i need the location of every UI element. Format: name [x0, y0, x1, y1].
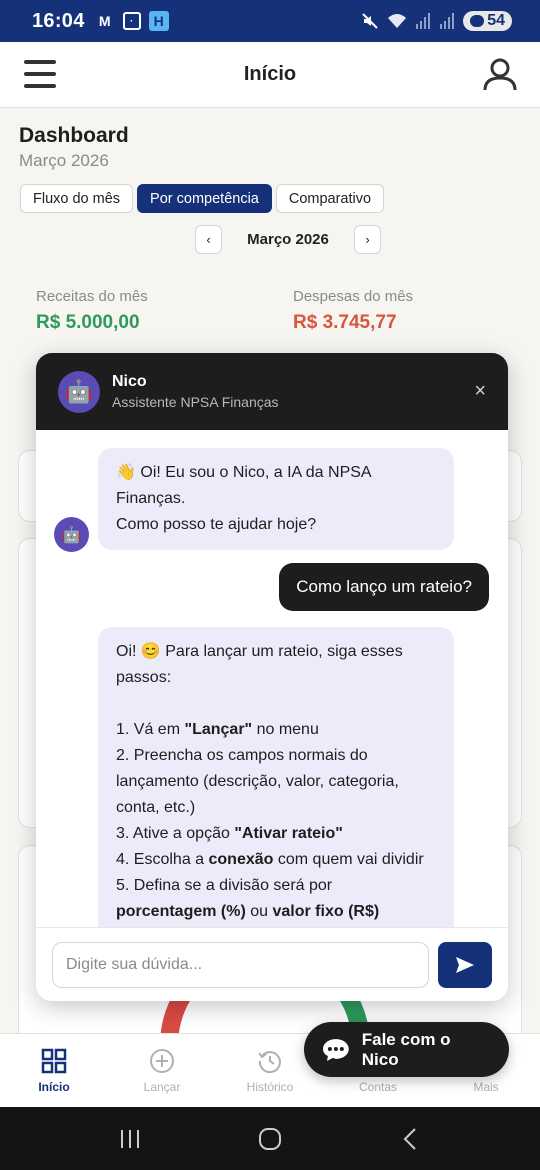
- chat-header: 🤖 Nico Assistente NPSA Finanças ×: [36, 353, 508, 430]
- message-line: 3. Ative a opção "Ativar rateio": [116, 821, 436, 847]
- expenses-summary: Despesas do mês R$ 3.745,77: [293, 288, 413, 334]
- history-icon: [257, 1047, 283, 1075]
- message-line: lançamento (descrição, valor, categoria,: [116, 773, 399, 790]
- income-summary: Receitas do mês R$ 5.000,00: [36, 288, 148, 334]
- battery-level: 54: [487, 12, 505, 29]
- nav-label: Lançar: [143, 1080, 181, 1094]
- grid-icon: [41, 1047, 67, 1075]
- month-navigator: ‹ Março 2026 ›: [195, 224, 381, 254]
- signal-icon: [416, 13, 431, 29]
- tab-fluxo-do-mes[interactable]: Fluxo do mês: [20, 184, 134, 213]
- message-line: 👋 Oi! Eu sou o Nico, a IA da NPSA: [116, 464, 372, 481]
- chat-input-area: [36, 927, 508, 1001]
- step-bold: conexão: [208, 851, 274, 868]
- menu-icon[interactable]: [24, 60, 56, 88]
- status-bar: 16:04 M · H 54: [0, 0, 540, 42]
- chat-panel: 🤖 Nico Assistente NPSA Finanças × 👋 Oi! …: [36, 353, 508, 1001]
- message-line: conta, etc.): [116, 799, 196, 816]
- message-line: Finanças.: [116, 490, 186, 507]
- home-icon[interactable]: [250, 1119, 290, 1159]
- bot-avatar-icon: 🤖: [54, 517, 89, 552]
- step-text: 1. Vá em: [116, 721, 185, 738]
- user-icon[interactable]: [482, 56, 518, 92]
- expenses-label: Despesas do mês: [293, 288, 414, 305]
- recent-apps-icon[interactable]: [110, 1119, 150, 1159]
- step-text: ou: [245, 903, 273, 920]
- message-line: Oi! 😊 Para lançar um rateio, siga esses: [116, 643, 403, 660]
- message-line: 4. Escolha a conexão com quem vai dividi…: [116, 847, 436, 873]
- bot-message-answer: Oi! 😊 Para lançar um rateio, siga esses …: [98, 627, 454, 928]
- mute-icon: [362, 13, 378, 29]
- signal-icon-2: [440, 13, 455, 29]
- battery-indicator: 54: [463, 11, 512, 31]
- nav-label: Início: [38, 1080, 70, 1094]
- bot-avatar-icon: 🤖: [58, 370, 100, 413]
- step-text: no menu: [252, 721, 319, 738]
- nav-label: Histórico: [246, 1080, 294, 1094]
- nav-item-lancar[interactable]: Lançar: [108, 1034, 216, 1107]
- app-notification-icon: H: [148, 11, 169, 31]
- status-time: 16:04: [32, 9, 85, 32]
- battery-icon: [470, 15, 485, 27]
- app-header: Início: [0, 42, 540, 108]
- notification-icons: M · H: [95, 11, 169, 31]
- close-icon[interactable]: ×: [474, 380, 486, 403]
- tab-por-competencia[interactable]: Por competência: [137, 184, 272, 213]
- view-tabs: Fluxo do mês Por competência Comparativo: [20, 184, 385, 213]
- step-bold: valor fixo (R$): [272, 903, 380, 920]
- prev-month-button[interactable]: ‹: [195, 224, 222, 254]
- back-icon[interactable]: [390, 1119, 430, 1159]
- step-bold: "Lançar": [184, 721, 253, 738]
- tab-comparativo[interactable]: Comparativo: [275, 184, 385, 213]
- message-line: 2. Preencha os campos normais do: [116, 747, 368, 764]
- wifi-icon: [388, 14, 407, 28]
- message-line: 5. Defina se a divisão será por: [116, 877, 333, 894]
- chat-bubble-icon: [322, 1038, 349, 1061]
- send-button[interactable]: [438, 941, 492, 988]
- message-line: 1. Vá em "Lançar" no menu: [116, 717, 436, 743]
- income-label: Receitas do mês: [36, 288, 148, 305]
- step-text: 4. Escolha a: [116, 851, 209, 868]
- step-text: com quem vai dividir: [273, 851, 424, 868]
- user-message: Como lanço um rateio?: [279, 563, 489, 611]
- message-line: passos:: [116, 669, 172, 686]
- plus-circle-icon: [149, 1047, 175, 1075]
- next-month-button[interactable]: ›: [354, 224, 381, 254]
- nav-label: Contas: [358, 1080, 398, 1094]
- talk-to-nico-button[interactable]: Fale com o Nico: [304, 1022, 509, 1077]
- send-icon: [456, 956, 474, 973]
- dashboard-subtitle: Março 2026: [19, 151, 109, 170]
- nav-label: Mais: [473, 1080, 499, 1094]
- page-title: Início: [243, 63, 297, 85]
- system-nav-bar: [0, 1107, 540, 1170]
- expenses-value: R$ 3.745,77: [293, 312, 397, 333]
- dashboard-title: Dashboard: [19, 124, 129, 147]
- system-icons: 54: [361, 11, 512, 31]
- bot-role: Assistente NPSA Finanças: [112, 394, 279, 410]
- month-label: Março 2026: [247, 230, 329, 248]
- income-value: R$ 5.000,00: [36, 312, 140, 333]
- chat-input[interactable]: [52, 941, 429, 988]
- fab-label: Fale com o Nico: [361, 1029, 451, 1069]
- bot-message-greeting: 👋 Oi! Eu sou o Nico, a IA da NPSA Finanç…: [98, 448, 454, 550]
- gmail-icon: M: [98, 13, 111, 29]
- nav-item-inicio[interactable]: Início: [0, 1034, 108, 1107]
- message-line: Como posso te ajudar hoje?: [116, 516, 317, 533]
- step-text: 3. Ative a opção: [116, 825, 235, 842]
- bot-name: Nico: [112, 373, 147, 390]
- chat-messages[interactable]: 👋 Oi! Eu sou o Nico, a IA da NPSA Finanç…: [36, 430, 508, 928]
- step-bold: "Ativar rateio": [234, 825, 343, 842]
- scan-icon: ·: [122, 12, 141, 30]
- chat-header-text: Nico Assistente NPSA Finanças: [112, 373, 279, 410]
- step-bold: porcentagem (%): [116, 903, 246, 920]
- message-line: porcentagem (%) ou valor fixo (R$): [116, 899, 436, 925]
